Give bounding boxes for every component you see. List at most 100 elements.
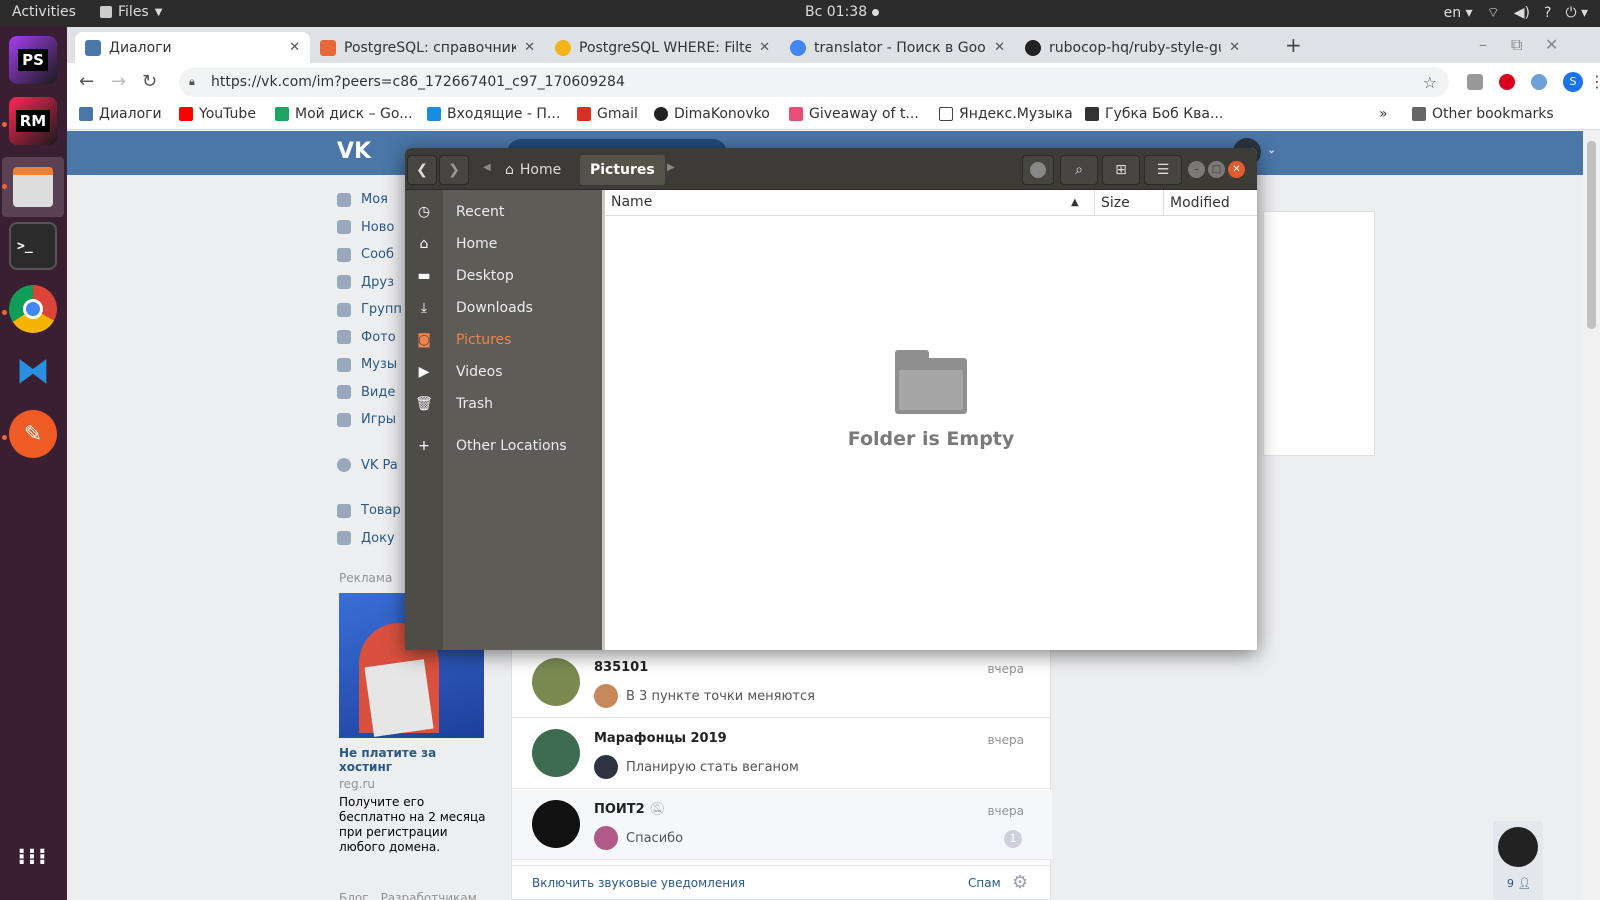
wifi-icon[interactable]: ⌔ — [1487, 4, 1500, 22]
sidebar-item-games[interactable]: Игры — [337, 406, 402, 434]
reload-icon[interactable]: ↻ — [142, 71, 157, 92]
forward-icon[interactable]: → — [111, 71, 126, 92]
bookmark-gmail[interactable]: Gmail — [577, 106, 638, 122]
minimize-window-button[interactable]: – — [1479, 35, 1487, 54]
tab-postgres-ref[interactable]: PostgreSQL: справочник ✕ — [310, 32, 545, 63]
back-icon[interactable]: ← — [79, 71, 94, 92]
sidebar-item-downloads[interactable]: ⤓ Downloads — [405, 292, 602, 324]
sidebar-item-messages[interactable]: Сооб — [337, 241, 402, 269]
bookmark-dialogs[interactable]: Диалоги — [79, 106, 162, 122]
clock[interactable]: Вс 01:38 — [805, 4, 879, 20]
list-item[interactable]: Марафонцы 2019 вчера Планирую стать вега… — [512, 719, 1052, 789]
sidebar-item-recent[interactable]: ◷ Recent — [405, 196, 602, 228]
breadcrumb-home[interactable]: ⌂ Home — [495, 155, 571, 185]
tab-dialogs[interactable]: Диалоги ✕ — [75, 32, 310, 63]
bookmark-star-icon[interactable]: ☆ — [1423, 73, 1437, 92]
bookmark-inbox[interactable]: Входящие - П... — [427, 106, 560, 122]
page-scrollbar[interactable] — [1583, 131, 1600, 900]
ad-title[interactable]: Не платите за хостинг — [339, 746, 489, 774]
breadcrumb-pictures[interactable]: Pictures — [580, 155, 665, 185]
maximize-button[interactable]: □ — [1208, 161, 1225, 178]
bookmark-yandex-music[interactable]: Яндекс.Музыка — [939, 106, 1073, 122]
close-icon[interactable]: ✕ — [1229, 40, 1240, 55]
volume-icon[interactable]: ◀) — [1514, 5, 1530, 21]
app-menu[interactable]: Files ▼ — [100, 4, 162, 20]
sidebar-item-other-locations[interactable]: + Other Locations — [405, 430, 602, 462]
bookmark-youtube[interactable]: YouTube — [179, 106, 256, 122]
terminal-icon[interactable]: >_ — [9, 222, 57, 270]
translate-extension-icon[interactable] — [1531, 73, 1547, 90]
column-modified[interactable]: Modified — [1163, 190, 1230, 216]
chrome-icon[interactable] — [9, 285, 57, 333]
phpstorm-icon[interactable]: PS — [9, 36, 57, 84]
scrollbar-thumb[interactable] — [1587, 141, 1596, 329]
bookmark-github[interactable]: DimaKonovko — [654, 106, 770, 122]
disk-usage-button[interactable] — [1022, 155, 1054, 185]
tab-translator[interactable]: translator - Поиск в Goog ✕ — [780, 32, 1015, 63]
sidebar-item-vkpay[interactable]: VK Pa — [337, 452, 402, 480]
menu-button[interactable]: ☰ — [1144, 155, 1182, 185]
enable-sound-notifications-link[interactable]: Включить звуковые уведомления — [532, 876, 745, 890]
tab-rubocop[interactable]: rubocop-hq/ruby-style-gu ✕ — [1015, 32, 1250, 63]
sidebar-item-desktop[interactable]: ▬ Desktop — [405, 260, 602, 292]
help-icon[interactable]: ? — [1544, 5, 1551, 21]
search-button[interactable]: ⌕ — [1060, 155, 1098, 185]
minimize-button[interactable]: – — [1188, 161, 1205, 178]
bookmark-drive[interactable]: Мой диск – Go... — [275, 106, 413, 122]
bookmarks-overflow-icon[interactable]: » — [1379, 106, 1388, 122]
close-icon[interactable]: ✕ — [994, 40, 1005, 55]
sidebar-item-groups[interactable]: Групп — [337, 296, 402, 324]
postman-icon[interactable]: ✎ — [9, 410, 57, 458]
rubymine-icon[interactable]: RM — [9, 97, 57, 145]
close-window-button[interactable]: ✕ — [1545, 35, 1558, 54]
sidebar-item-trash[interactable]: 🗑︎ Trash — [405, 388, 602, 420]
bookmark-giveaway[interactable]: Giveaway of t... — [789, 106, 919, 122]
chat-avatar-widget[interactable]: 9 👤︎ — [1493, 821, 1543, 900]
files-icon[interactable] — [2, 157, 64, 217]
power-icon[interactable]: ⏻ ▾ — [1565, 5, 1588, 21]
vk-logo-icon[interactable]: VK — [337, 139, 371, 164]
sidebar-item-pictures[interactable]: ◙ Pictures — [405, 324, 602, 356]
show-applications-icon[interactable]: ⁝⁝⁝ — [9, 833, 57, 881]
close-icon[interactable]: ✕ — [289, 40, 300, 55]
system-tray[interactable]: en ▾ ⌔ ◀) ? ⏻ ▾ — [1444, 4, 1588, 22]
sidebar-item-music[interactable]: Музы — [337, 351, 402, 379]
close-icon[interactable]: ✕ — [524, 40, 535, 55]
profile-avatar[interactable]: S — [1563, 71, 1583, 92]
extension-icon[interactable] — [1467, 73, 1483, 90]
vscode-icon[interactable]: ⧓ — [9, 347, 57, 395]
sidebar-item-news[interactable]: Ново — [337, 214, 402, 242]
sidebar-item-goods[interactable]: Товар — [337, 497, 402, 525]
sidebar-item-videos[interactable]: ▶ Videos — [405, 356, 602, 388]
other-bookmarks[interactable]: Other bookmarks — [1412, 106, 1554, 122]
address-bar[interactable]: 🔒︎ https://vk.com/im?peers=c86_172667401… — [179, 67, 1449, 97]
list-item[interactable]: 835101 вчера В 3 пункте точки меняются — [512, 648, 1052, 718]
view-grid-button[interactable]: ⊞ — [1102, 155, 1140, 185]
restore-window-button[interactable]: ⧉ — [1511, 35, 1522, 55]
bookmark-spongebob[interactable]: Губка Боб Ква... — [1085, 106, 1223, 122]
close-icon[interactable]: ✕ — [759, 40, 770, 55]
path-scroll-right-icon[interactable]: ▶ — [667, 162, 675, 173]
column-size[interactable]: Size — [1094, 190, 1130, 216]
footer-link-developers[interactable]: Разработчикам — [381, 891, 477, 900]
footer-link-blog[interactable]: Блог — [339, 891, 369, 900]
tab-postgres-where[interactable]: PostgreSQL WHERE: Filte ✕ — [545, 32, 780, 63]
keyboard-layout[interactable]: en ▾ — [1444, 5, 1473, 21]
sidebar-item-videos[interactable]: Виде — [337, 379, 402, 407]
sidebar-item-friends[interactable]: Друз — [337, 269, 402, 297]
new-tab-button[interactable]: + — [1285, 33, 1302, 57]
forward-button[interactable]: ❯ — [439, 155, 469, 185]
close-button[interactable]: ✕ — [1228, 161, 1245, 178]
back-button[interactable]: ❮ — [407, 155, 437, 185]
sidebar-item-docs[interactable]: Доку — [337, 525, 402, 553]
column-name[interactable]: Name — [611, 194, 652, 210]
chrome-menu-icon[interactable]: ⋮ — [1589, 72, 1600, 91]
chevron-down-icon[interactable]: ⌄ — [1267, 143, 1276, 156]
activities-button[interactable]: Activities — [12, 4, 76, 20]
gear-icon[interactable]: ⚙ — [1012, 872, 1028, 893]
adblock-extension-icon[interactable] — [1499, 73, 1515, 90]
list-item[interactable]: ПОИТ2 🔕︎ вчера Спасибо 1 — [512, 790, 1052, 860]
sidebar-item-profile[interactable]: Моя — [337, 186, 402, 214]
spam-link[interactable]: Спам — [968, 876, 1001, 890]
path-scroll-left-icon[interactable]: ◀ — [483, 162, 491, 173]
